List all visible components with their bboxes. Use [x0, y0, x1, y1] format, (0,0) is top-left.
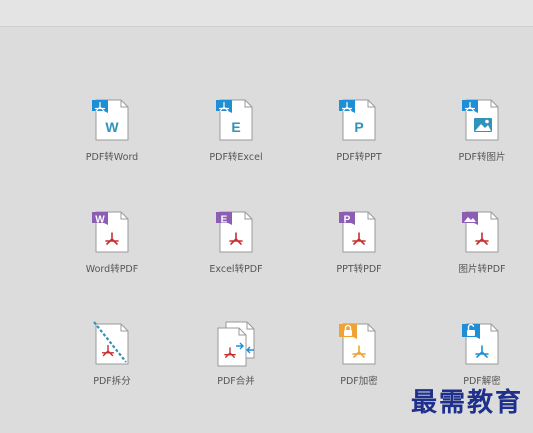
tool-pdf-merge-button[interactable]: PDF合并 [176, 320, 296, 410]
pdf-to-ppt-icon: P [337, 96, 381, 144]
pdf-merge-icon [214, 320, 258, 368]
tool-label: PDF转PPT [336, 152, 382, 163]
svg-text:W: W [105, 119, 119, 135]
tool-label: PDF加密 [340, 376, 378, 387]
pdf-split-icon [90, 320, 134, 368]
pdf-encrypt-icon [337, 320, 381, 368]
svg-text:P: P [354, 119, 363, 135]
svg-text:E: E [231, 119, 240, 135]
tool-label: PDF转Excel [209, 152, 263, 163]
top-bar [0, 0, 533, 27]
tool-pdf-to-ppt-button[interactable]: P PDF转PPT [299, 96, 419, 186]
tool-label: PDF拆分 [93, 376, 131, 387]
tool-image-to-pdf-button[interactable]: 图片转PDF [422, 208, 533, 298]
tool-label: Word转PDF [85, 264, 139, 275]
tool-label: 图片转PDF [458, 264, 506, 275]
pdf-to-excel-icon: E [214, 96, 258, 144]
svg-text:E: E [221, 215, 228, 226]
pdf-to-word-icon: W [90, 96, 134, 144]
tool-pdf-encrypt-button[interactable]: PDF加密 [299, 320, 419, 410]
word-to-pdf-icon: W [90, 208, 134, 256]
tool-label: PDF合并 [217, 376, 255, 387]
ppt-to-pdf-icon: P [337, 208, 381, 256]
tool-pdf-split-button[interactable]: PDF拆分 [52, 320, 172, 410]
tool-label: Excel转PDF [209, 264, 263, 275]
svg-text:P: P [344, 215, 351, 226]
tool-label: PPT转PDF [336, 264, 382, 275]
pdf-to-image-icon [460, 96, 504, 144]
tool-pdf-to-image-button[interactable]: PDF转图片 [422, 96, 533, 186]
tool-label: PDF转Word [85, 152, 139, 163]
excel-to-pdf-icon: E [214, 208, 258, 256]
tool-ppt-to-pdf-button[interactable]: P PPT转PDF [299, 208, 419, 298]
tool-pdf-to-word-button[interactable]: W PDF转Word [52, 96, 172, 186]
tool-label: PDF转图片 [458, 152, 506, 163]
svg-text:W: W [95, 215, 105, 226]
image-to-pdf-icon [460, 208, 504, 256]
tool-word-to-pdf-button[interactable]: W Word转PDF [52, 208, 172, 298]
pdf-decrypt-icon [460, 320, 504, 368]
watermark-text: 最需教育 [410, 388, 523, 418]
tool-pdf-to-excel-button[interactable]: E PDF转Excel [176, 96, 296, 186]
tool-excel-to-pdf-button[interactable]: E Excel转PDF [176, 208, 296, 298]
